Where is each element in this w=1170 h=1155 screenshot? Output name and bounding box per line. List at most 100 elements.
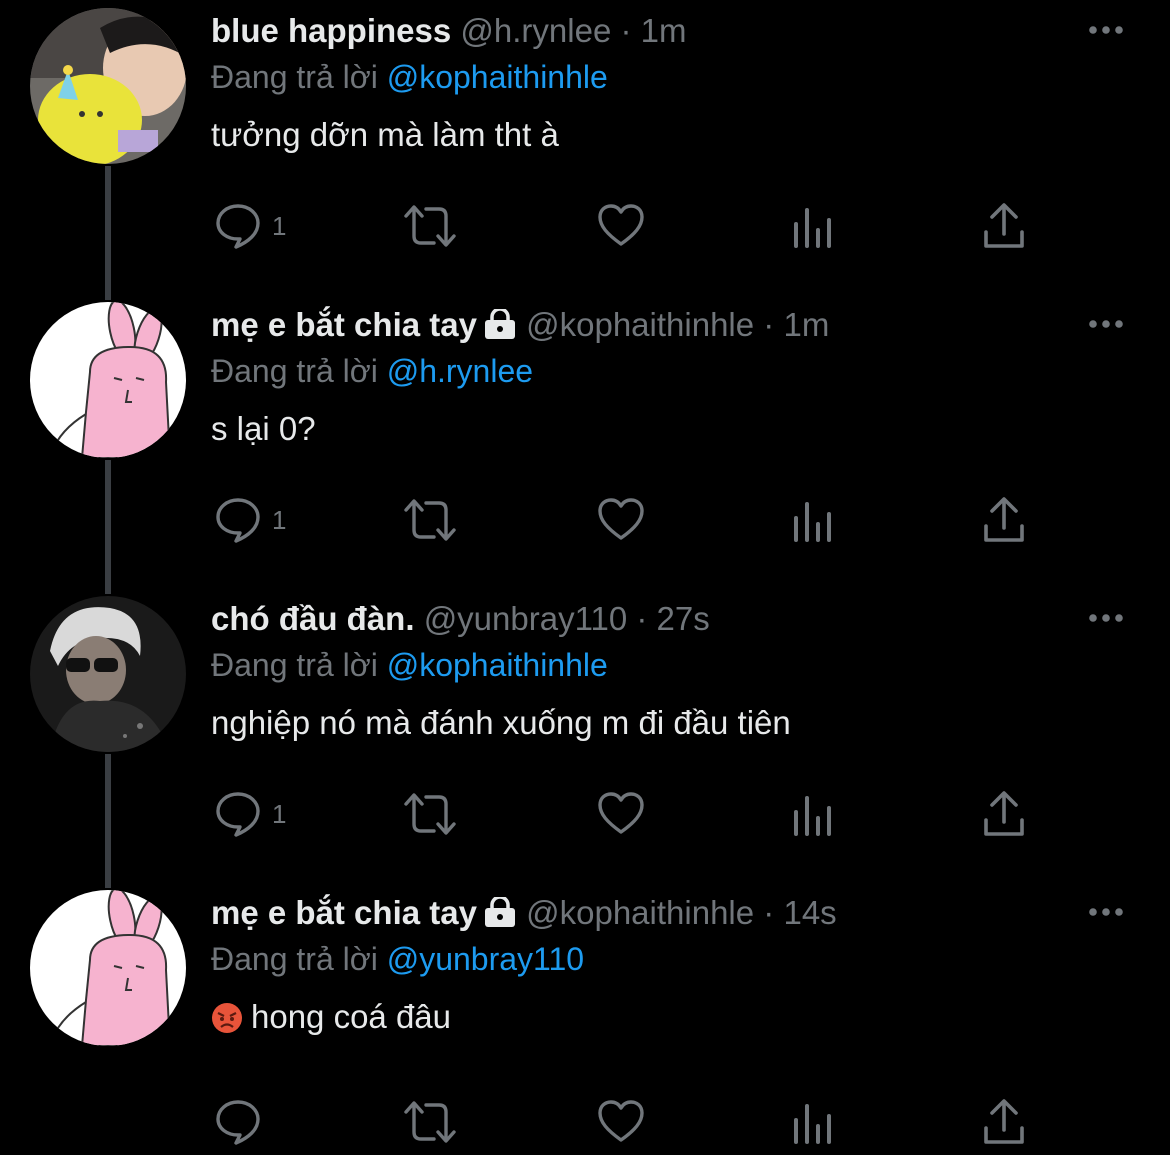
share-button[interactable] bbox=[982, 786, 1026, 842]
user-handle[interactable]: @h.rynlee bbox=[460, 12, 611, 49]
retweet-button[interactable] bbox=[402, 198, 458, 254]
reply-bubble-icon bbox=[214, 496, 262, 544]
separator-dot: · bbox=[636, 600, 648, 637]
retweet-button[interactable] bbox=[402, 1094, 458, 1150]
tweet-header: chó đầu đàn. @yunbray110 · 27s bbox=[211, 596, 1170, 642]
tweet-action-bar: 1 bbox=[0, 198, 1170, 258]
tweet-text: hong coá đâu bbox=[211, 994, 1170, 1046]
like-button[interactable] bbox=[597, 198, 645, 254]
share-button[interactable] bbox=[982, 198, 1026, 254]
reply-count: 1 bbox=[272, 504, 287, 535]
replying-prefix: Đang trả lời bbox=[211, 353, 378, 389]
share-upload-icon bbox=[982, 202, 1026, 250]
tweet-text: tưởng dỡn mà làm tht à bbox=[211, 116, 559, 153]
tweet-header: mẹ e bắt chia tay @kophaithinhle · 14s bbox=[211, 890, 1170, 936]
views-button[interactable] bbox=[791, 198, 835, 254]
retweet-icon bbox=[402, 790, 458, 838]
analytics-bars-icon bbox=[791, 1098, 835, 1146]
share-upload-icon bbox=[982, 790, 1026, 838]
retweet-icon bbox=[402, 496, 458, 544]
tweet-content: chó đầu đàn. @yunbray110 · 27s Đang trả … bbox=[211, 596, 1170, 746]
tweet-thread: blue happiness @h.rynlee · 1m Đang trả l… bbox=[0, 0, 1170, 1155]
display-name[interactable]: blue happiness bbox=[211, 12, 451, 49]
mention-link[interactable]: @yunbray110 bbox=[387, 941, 584, 977]
more-dots-icon[interactable] bbox=[1086, 604, 1126, 632]
reply-button[interactable] bbox=[214, 1094, 262, 1150]
tweet-text: s lại 0? bbox=[211, 410, 316, 447]
tweet-text-body: hong coá đâu bbox=[251, 998, 452, 1035]
tweet-content: mẹ e bắt chia tay @kophaithinhle · 1m Đa… bbox=[211, 302, 1170, 452]
display-name[interactable]: mẹ e bắt chia tay bbox=[211, 306, 477, 343]
display-name[interactable]: chó đầu đàn. bbox=[211, 600, 415, 637]
tweet-action-bar: 1 bbox=[0, 786, 1170, 846]
tweet-header: blue happiness @h.rynlee · 1m bbox=[211, 8, 1170, 54]
retweet-button[interactable] bbox=[402, 786, 458, 842]
retweet-icon bbox=[402, 1098, 458, 1146]
separator-dot: · bbox=[620, 12, 632, 49]
reply-button[interactable]: 1 bbox=[214, 198, 286, 254]
timestamp[interactable]: 14s bbox=[783, 894, 836, 931]
tweet-header: mẹ e bắt chia tay @kophaithinhle · 1m bbox=[211, 302, 1170, 348]
heart-icon bbox=[597, 202, 645, 250]
mention-link[interactable]: @kophaithinhle bbox=[387, 59, 608, 95]
retweet-button[interactable] bbox=[402, 492, 458, 548]
tweet-content: blue happiness @h.rynlee · 1m Đang trả l… bbox=[211, 8, 1170, 158]
share-button[interactable] bbox=[982, 492, 1026, 548]
angry-face-emoji bbox=[211, 1000, 243, 1046]
user-handle[interactable]: @yunbray110 bbox=[424, 600, 628, 637]
tweet-text: nghiệp nó mà đánh xuống m đi đầu tiên bbox=[211, 704, 791, 741]
reply-bubble-icon bbox=[214, 790, 262, 838]
mention-link[interactable]: @kophaithinhle bbox=[387, 647, 608, 683]
mention-link[interactable]: @h.rynlee bbox=[387, 353, 533, 389]
separator-dot: · bbox=[763, 306, 775, 343]
user-handle[interactable]: @kophaithinhle bbox=[526, 306, 754, 343]
avatar[interactable] bbox=[30, 302, 186, 458]
tweet-action-bar bbox=[0, 1094, 1170, 1154]
reply-bubble-icon bbox=[214, 202, 262, 250]
tweet-content: mẹ e bắt chia tay @kophaithinhle · 14s Đ… bbox=[211, 890, 1170, 1046]
reply-count: 1 bbox=[272, 798, 287, 829]
tweet-action-bar: 1 bbox=[0, 492, 1170, 552]
views-button[interactable] bbox=[791, 1094, 835, 1150]
user-handle[interactable]: @kophaithinhle bbox=[526, 894, 754, 931]
views-button[interactable] bbox=[791, 492, 835, 548]
share-upload-icon bbox=[982, 496, 1026, 544]
avatar[interactable] bbox=[30, 596, 186, 752]
analytics-bars-icon bbox=[791, 790, 835, 838]
like-button[interactable] bbox=[597, 1094, 645, 1150]
analytics-bars-icon bbox=[791, 202, 835, 250]
replying-to: Đang trả lời @yunbray110 bbox=[211, 936, 1170, 982]
lock-icon bbox=[483, 893, 517, 939]
more-dots-icon[interactable] bbox=[1086, 898, 1126, 926]
avatar[interactable] bbox=[30, 8, 186, 164]
share-button[interactable] bbox=[982, 1094, 1026, 1150]
heart-icon bbox=[597, 790, 645, 838]
replying-to: Đang trả lời @h.rynlee bbox=[211, 348, 1170, 394]
replying-prefix: Đang trả lời bbox=[211, 647, 378, 683]
lock-icon bbox=[483, 305, 517, 351]
heart-icon bbox=[597, 1098, 645, 1146]
replying-prefix: Đang trả lời bbox=[211, 941, 378, 977]
timestamp[interactable]: 1m bbox=[641, 12, 687, 49]
avatar[interactable] bbox=[30, 890, 186, 1046]
more-dots-icon[interactable] bbox=[1086, 310, 1126, 338]
reply-button[interactable]: 1 bbox=[214, 786, 286, 842]
timestamp[interactable]: 1m bbox=[783, 306, 829, 343]
timestamp[interactable]: 27s bbox=[657, 600, 710, 637]
replying-to: Đang trả lời @kophaithinhle bbox=[211, 54, 1170, 100]
separator-dot: · bbox=[763, 894, 775, 931]
like-button[interactable] bbox=[597, 492, 645, 548]
reply-button[interactable]: 1 bbox=[214, 492, 286, 548]
replying-prefix: Đang trả lời bbox=[211, 59, 378, 95]
like-button[interactable] bbox=[597, 786, 645, 842]
reply-bubble-icon bbox=[214, 1098, 262, 1146]
analytics-bars-icon bbox=[791, 496, 835, 544]
share-upload-icon bbox=[982, 1098, 1026, 1146]
display-name[interactable]: mẹ e bắt chia tay bbox=[211, 894, 477, 931]
reply-count: 1 bbox=[272, 210, 287, 241]
retweet-icon bbox=[402, 202, 458, 250]
more-dots-icon[interactable] bbox=[1086, 16, 1126, 44]
replying-to: Đang trả lời @kophaithinhle bbox=[211, 642, 1170, 688]
heart-icon bbox=[597, 496, 645, 544]
views-button[interactable] bbox=[791, 786, 835, 842]
